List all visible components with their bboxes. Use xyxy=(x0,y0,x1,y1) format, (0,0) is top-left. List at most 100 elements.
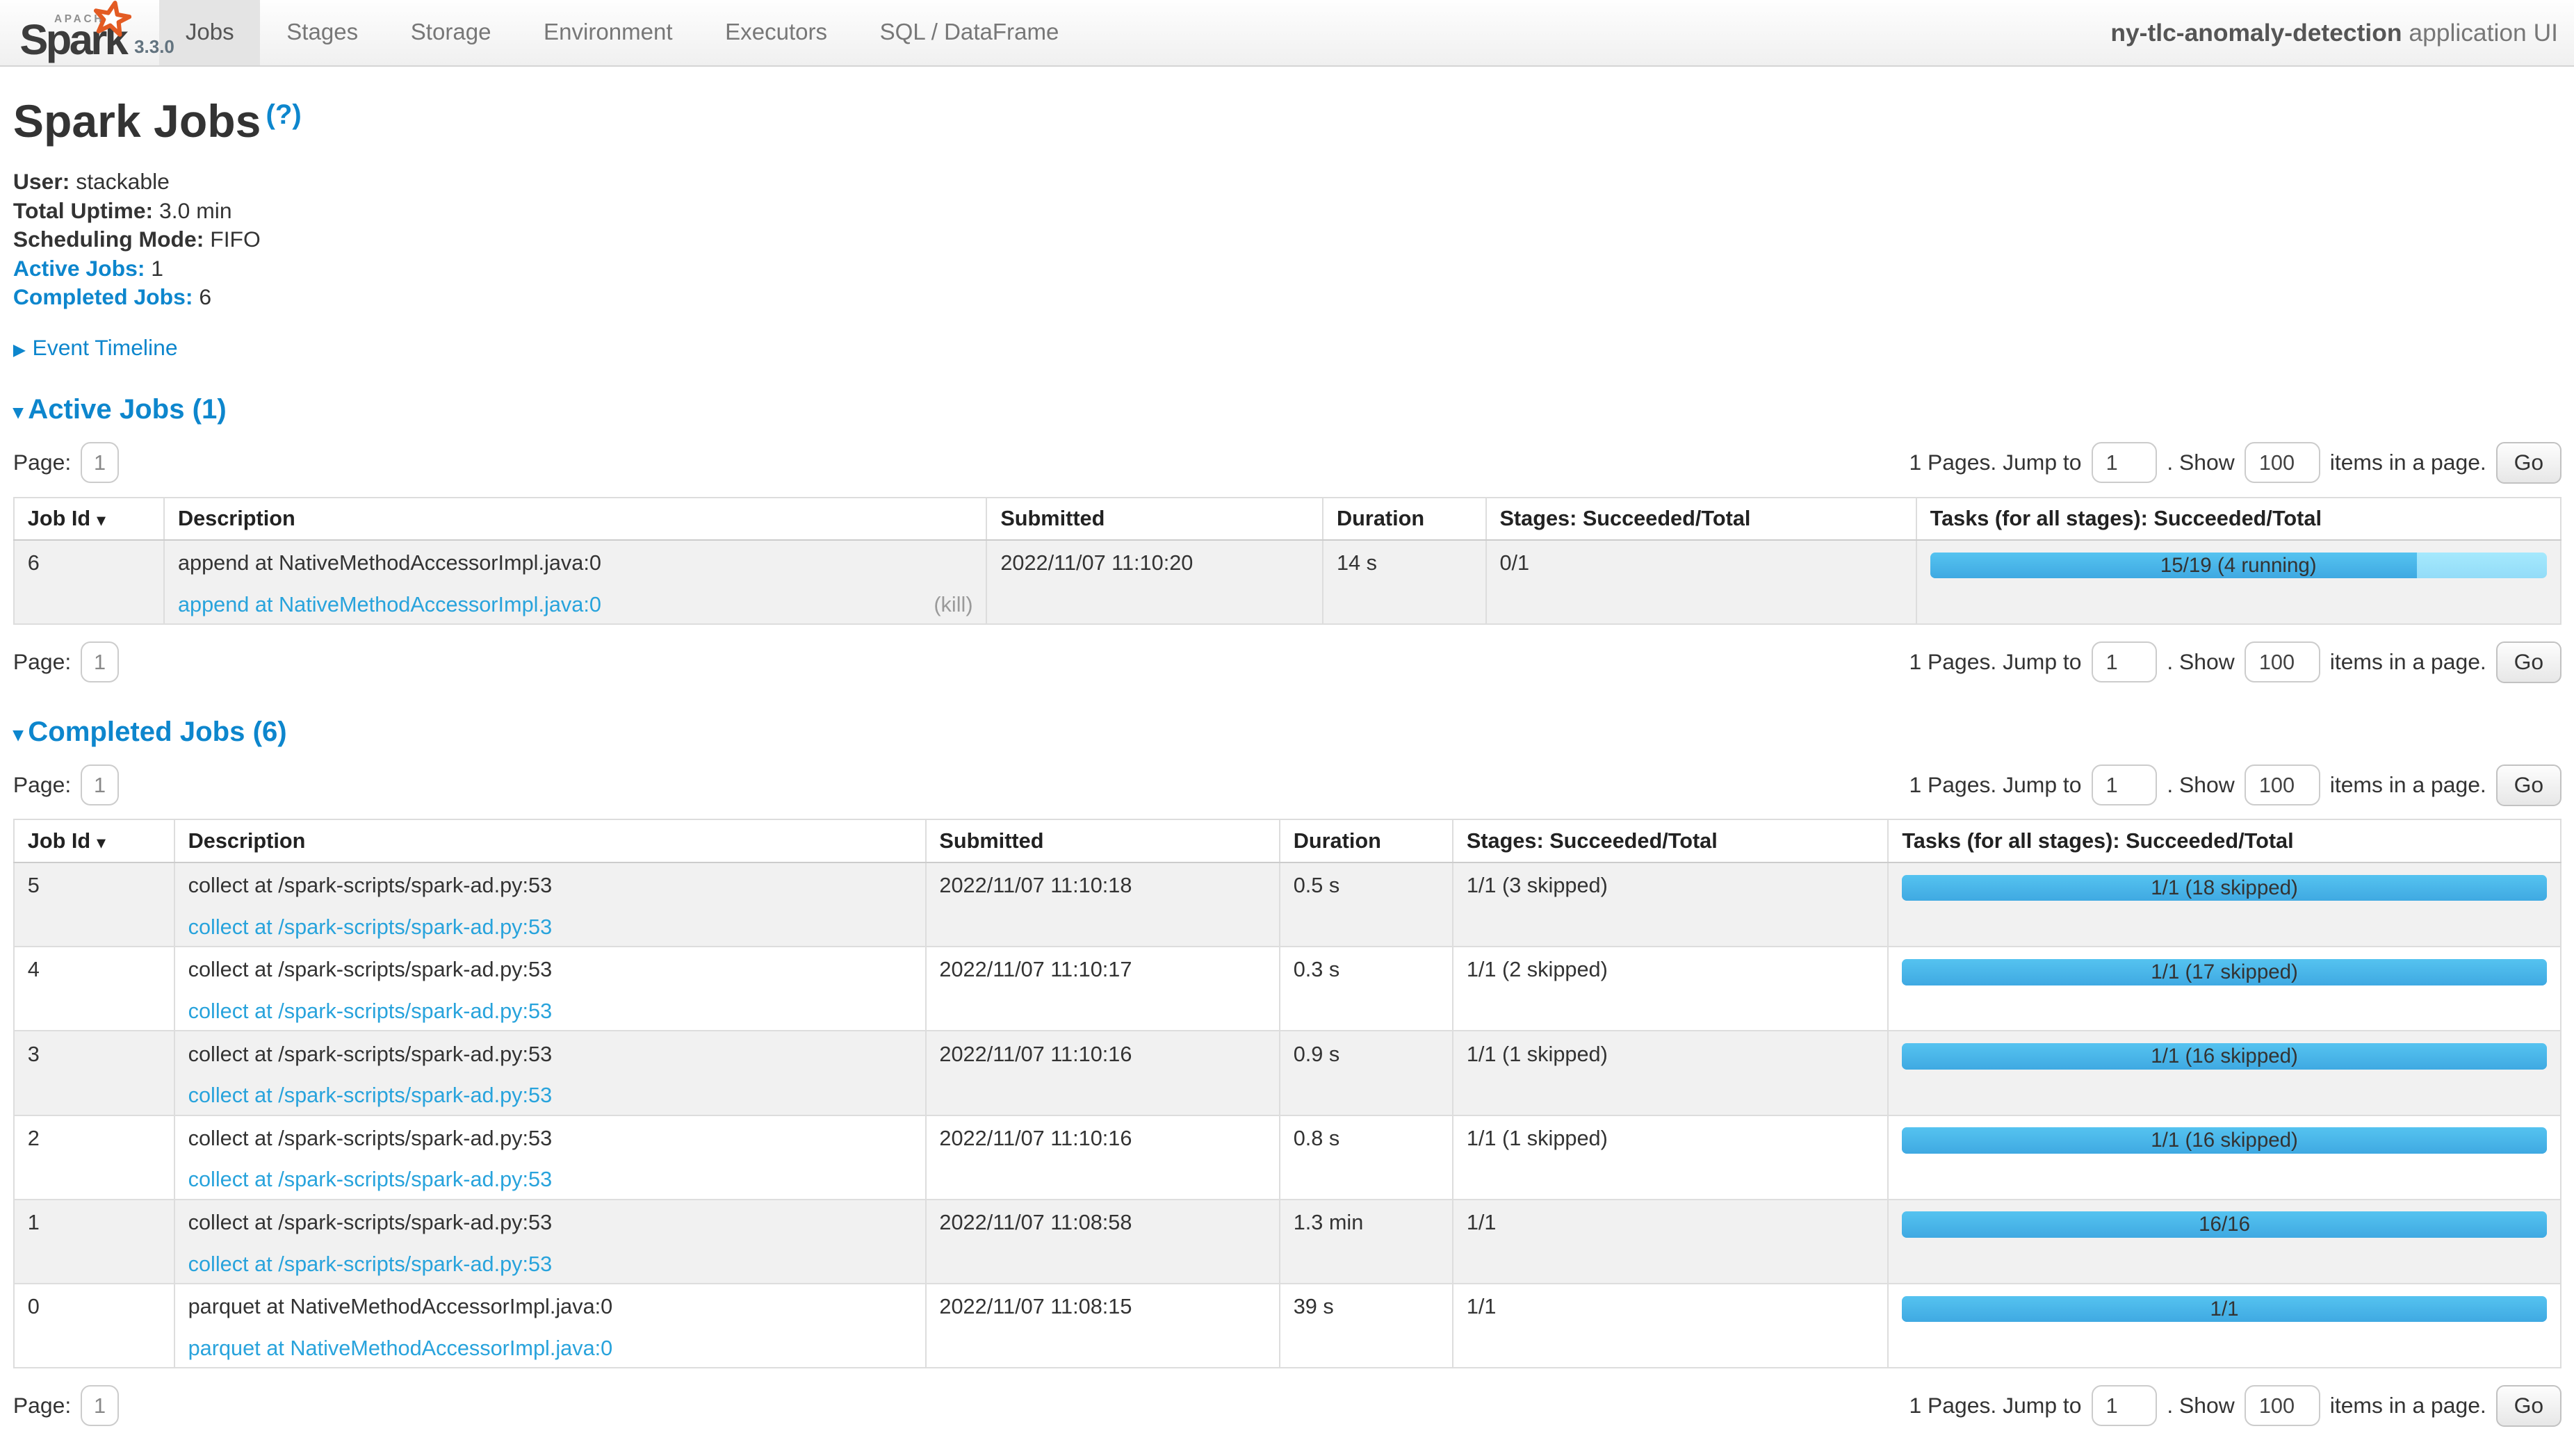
sort-desc-icon: ▾ xyxy=(97,512,106,530)
tasks-progress-bar: 1/1 (16 skipped) xyxy=(1902,1127,2547,1154)
description-cell: collect at /spark-scripts/spark-ad.py:53… xyxy=(174,1031,926,1115)
column-header[interactable]: Tasks (for all stages): Succeeded/Total xyxy=(1888,819,2560,862)
tasks-cell: 1/1 (16 skipped) xyxy=(1888,1031,2560,1115)
go-button[interactable]: Go xyxy=(2496,442,2561,484)
job-row: 2 collect at /spark-scripts/spark-ad.py:… xyxy=(14,1115,2561,1200)
summary-item: Total Uptime: 3.0 min xyxy=(13,197,2561,226)
pages-jump-text: 1 Pages. Jump to xyxy=(1909,772,2081,798)
column-header[interactable]: Submitted xyxy=(986,498,1323,541)
items-per-page-input[interactable] xyxy=(2245,442,2320,483)
tasks-cell: 15/19 (4 running) xyxy=(1916,540,2561,624)
job-row: 6 append at NativeMethodAccessorImpl.jav… xyxy=(14,540,2561,624)
tab-environment[interactable]: Environment xyxy=(517,0,699,65)
summary-value: 3.0 min xyxy=(159,198,232,223)
page-number-input[interactable] xyxy=(81,442,118,483)
job-detail-link[interactable]: append at NativeMethodAccessorImpl.java:… xyxy=(178,592,601,617)
summary-item: Scheduling Mode: FIFO xyxy=(13,225,2561,254)
show-text: . Show xyxy=(2167,649,2234,675)
event-timeline-toggle[interactable]: ▶Event Timeline xyxy=(13,335,2561,361)
column-header[interactable]: Tasks (for all stages): Succeeded/Total xyxy=(1916,498,2561,541)
progress-label: 1/1 (17 skipped) xyxy=(1902,959,2547,985)
items-in-page-text: items in a page. xyxy=(2330,772,2486,798)
summary-link-label[interactable]: Active Jobs: xyxy=(13,256,145,281)
items-in-page-text: items in a page. xyxy=(2330,1393,2486,1418)
job-row: 1 collect at /spark-scripts/spark-ad.py:… xyxy=(14,1200,2561,1284)
items-per-page-input[interactable] xyxy=(2245,641,2320,682)
summary-label: Scheduling Mode: xyxy=(13,227,204,252)
tab-executors[interactable]: Executors xyxy=(699,0,854,65)
summary-item: User: stackable xyxy=(13,167,2561,197)
tasks-cell: 1/1 (17 skipped) xyxy=(1888,947,2560,1031)
column-header[interactable]: Stages: Succeeded/Total xyxy=(1453,819,1889,862)
column-header[interactable]: Description xyxy=(164,498,986,541)
column-header[interactable]: Job Id▾ xyxy=(14,498,164,541)
application-name: ny-tlc-anomaly-detection xyxy=(2110,19,2402,47)
stages-cell: 1/1 (1 skipped) xyxy=(1453,1115,1889,1200)
show-text: . Show xyxy=(2167,772,2234,798)
jump-to-page-input[interactable] xyxy=(2092,1385,2157,1426)
tab-stages[interactable]: Stages xyxy=(260,0,384,65)
items-in-page-text: items in a page. xyxy=(2330,450,2486,475)
summary-value: 1 xyxy=(151,256,163,281)
job-detail-link[interactable]: collect at /spark-scripts/spark-ad.py:53 xyxy=(188,1167,553,1192)
progress-label: 1/1 (16 skipped) xyxy=(1902,1043,2547,1070)
spark-logo[interactable]: APACHE Spark 3.3.0 xyxy=(0,0,159,65)
tab-sql-dataframe[interactable]: SQL / DataFrame xyxy=(854,0,1085,65)
items-per-page-input[interactable] xyxy=(2245,764,2320,805)
section-completed-jobs[interactable]: ▾Completed Jobs (6) xyxy=(13,716,2561,748)
description-cell: append at NativeMethodAccessorImpl.java:… xyxy=(164,540,986,624)
application-title: ny-tlc-anomaly-detection application UI xyxy=(2110,19,2574,47)
duration-cell: 1.3 min xyxy=(1280,1200,1453,1284)
help-link[interactable]: (?) xyxy=(266,99,301,130)
submitted-cell: 2022/11/07 11:10:17 xyxy=(926,947,1280,1031)
job-detail-link[interactable]: collect at /spark-scripts/spark-ad.py:53 xyxy=(188,915,553,940)
summary-item: Completed Jobs: 6 xyxy=(13,283,2561,312)
column-header[interactable]: Job Id▾ xyxy=(14,819,174,862)
jump-to-page-input[interactable] xyxy=(2092,764,2157,805)
column-header[interactable]: Description xyxy=(174,819,926,862)
summary-list: User: stackableTotal Uptime: 3.0 minSche… xyxy=(13,167,2561,312)
tasks-progress-bar: 1/1 (16 skipped) xyxy=(1902,1043,2547,1070)
tab-storage[interactable]: Storage xyxy=(384,0,517,65)
go-button[interactable]: Go xyxy=(2496,764,2561,806)
job-description: collect at /spark-scripts/spark-ad.py:53 xyxy=(188,1126,912,1151)
show-text: . Show xyxy=(2167,450,2234,475)
job-description: collect at /spark-scripts/spark-ad.py:53 xyxy=(188,873,912,898)
job-row: 5 collect at /spark-scripts/spark-ad.py:… xyxy=(14,862,2561,947)
column-header[interactable]: Stages: Succeeded/Total xyxy=(1486,498,1916,541)
summary-label: Total Uptime: xyxy=(13,198,153,223)
page-number-input[interactable] xyxy=(81,1385,118,1426)
job-detail-link[interactable]: collect at /spark-scripts/spark-ad.py:53 xyxy=(188,999,553,1024)
job-detail-link[interactable]: collect at /spark-scripts/spark-ad.py:53 xyxy=(188,1083,553,1108)
table-header-row: Job Id▾DescriptionSubmittedDurationStage… xyxy=(14,498,2561,541)
page-label: Page: xyxy=(13,450,71,475)
description-cell: collect at /spark-scripts/spark-ad.py:53… xyxy=(174,1115,926,1200)
duration-cell: 14 s xyxy=(1323,540,1485,624)
column-header[interactable]: Duration xyxy=(1280,819,1453,862)
job-detail-link[interactable]: parquet at NativeMethodAccessorImpl.java… xyxy=(188,1336,613,1361)
job-description: append at NativeMethodAccessorImpl.java:… xyxy=(178,550,973,575)
column-header[interactable]: Submitted xyxy=(926,819,1280,862)
job-detail-link[interactable]: collect at /spark-scripts/spark-ad.py:53 xyxy=(188,1252,553,1277)
tasks-cell: 1/1 xyxy=(1888,1284,2560,1368)
items-per-page-input[interactable] xyxy=(2245,1385,2320,1426)
go-button[interactable]: Go xyxy=(2496,641,2561,683)
active-jobs-table: Job Id▾DescriptionSubmittedDurationStage… xyxy=(13,497,2561,625)
jump-to-page-input[interactable] xyxy=(2092,641,2157,682)
job-id-cell: 0 xyxy=(14,1284,174,1368)
submitted-cell: 2022/11/07 11:10:16 xyxy=(926,1031,1280,1115)
tasks-cell: 1/1 (18 skipped) xyxy=(1888,862,2560,947)
kill-link[interactable]: (kill) xyxy=(934,592,972,617)
summary-link-label[interactable]: Completed Jobs: xyxy=(13,284,193,309)
page-number-input[interactable] xyxy=(81,641,118,682)
page-label: Page: xyxy=(13,772,71,798)
section-active-jobs[interactable]: ▾Active Jobs (1) xyxy=(13,393,2561,425)
column-header[interactable]: Duration xyxy=(1323,498,1485,541)
go-button[interactable]: Go xyxy=(2496,1385,2561,1427)
page-number-input[interactable] xyxy=(81,764,118,805)
tasks-progress-bar: 16/16 xyxy=(1902,1211,2547,1238)
spark-star-icon xyxy=(92,0,131,40)
jump-to-page-input[interactable] xyxy=(2092,442,2157,483)
submitted-cell: 2022/11/07 11:10:16 xyxy=(926,1115,1280,1200)
tab-jobs[interactable]: Jobs xyxy=(159,0,260,65)
